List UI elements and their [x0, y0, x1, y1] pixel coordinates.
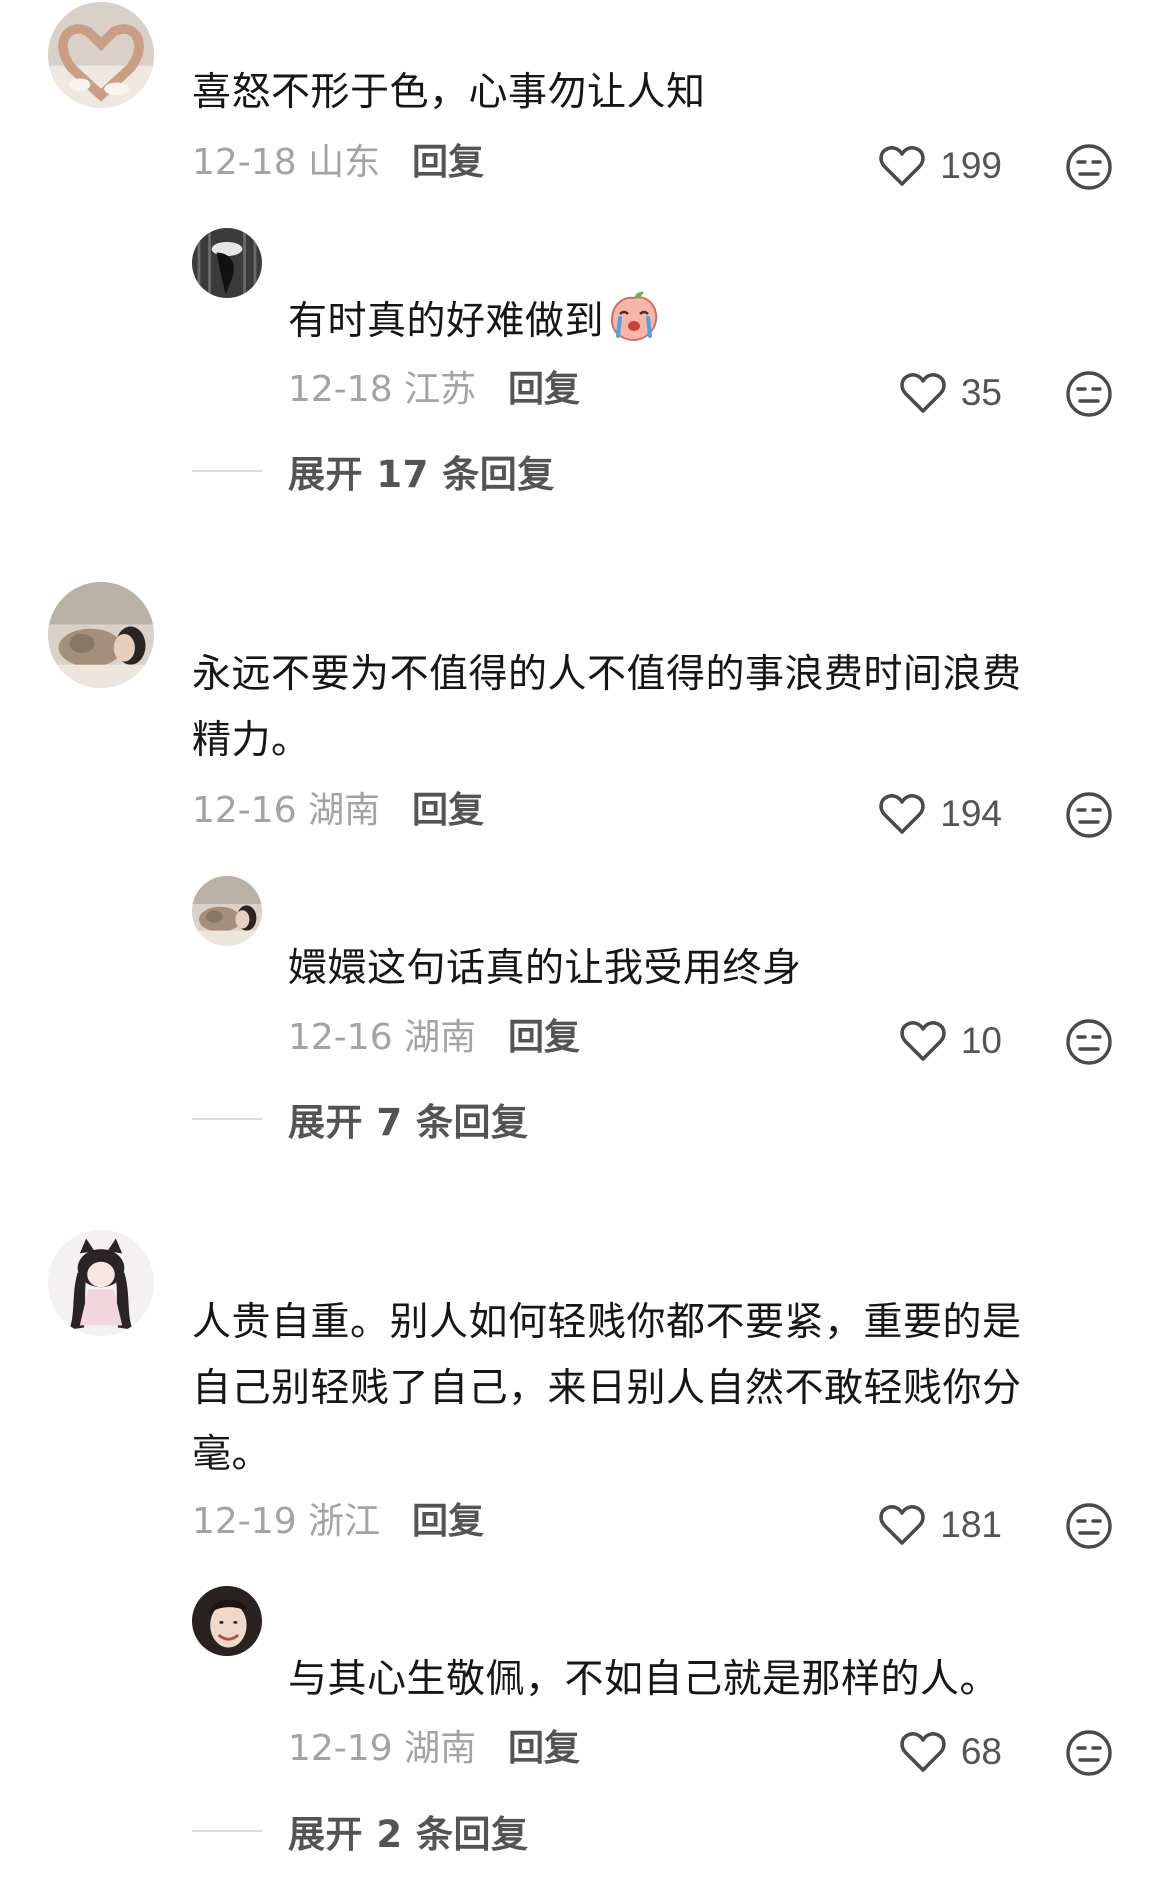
- heart-hands-avatar[interactable]: [48, 2, 154, 108]
- like-button[interactable]: 68: [852, 1724, 1002, 1780]
- divider-line: [192, 470, 262, 472]
- like-count: 10: [960, 1020, 1002, 1061]
- comment-text: 人贵自重。别人如何轻贱你都不要紧，重要的是 自己别轻贱了自己，来日别人自然不敢轻…: [192, 1300, 1022, 1477]
- comment-meta: 12-16 湖南: [192, 789, 380, 833]
- heart-outline-icon: [900, 373, 946, 413]
- comment-text: 永远不要为不值得的人不值得的事浪费时间浪费 精力。: [192, 652, 1022, 763]
- crying-peach-emoji: [611, 291, 658, 342]
- divider-line: [192, 1830, 262, 1832]
- comment-location: 浙江: [308, 1501, 381, 1542]
- expand-replies[interactable]: 展开 7 条回复: [192, 1094, 529, 1144]
- smiling-woman-avatar[interactable]: [192, 1586, 262, 1656]
- comment-location: 山东: [308, 142, 381, 183]
- unamused-face-icon[interactable]: [1064, 1728, 1114, 1778]
- reply-text: 与其心生敬佩，不如自己就是那样的人。: [288, 1657, 1000, 1702]
- comment-meta: 12-19 浙江: [192, 1500, 380, 1544]
- dark-figure-avatar[interactable]: [192, 228, 262, 298]
- comment-location: 湖南: [308, 790, 381, 831]
- reply-date: 12-19: [288, 1728, 393, 1769]
- reply-location: 湖南: [404, 1017, 477, 1058]
- like-count: 199: [940, 145, 1002, 186]
- comment-date: 12-19: [192, 1501, 297, 1542]
- like-button[interactable]: 199: [852, 138, 1002, 194]
- reply-button[interactable]: 回复: [412, 1500, 484, 1544]
- anime-cat-girl-avatar[interactable]: [48, 1230, 154, 1336]
- reply-meta: 12-16 湖南: [288, 1016, 476, 1060]
- sleeping-woman-cat-avatar[interactable]: [48, 582, 154, 688]
- reply-text: 有时真的好难做到: [288, 288, 662, 355]
- reply-button[interactable]: 回复: [508, 368, 580, 412]
- comment-section: 喜怒不形于色，心事勿让人知 12-18 山东 回复 199 有时真的好难做到 1…: [0, 0, 1170, 1889]
- expand-replies[interactable]: 展开 2 条回复: [192, 1806, 529, 1856]
- reply-button[interactable]: 回复: [412, 789, 484, 833]
- heart-outline-icon: [900, 1732, 946, 1772]
- reply-location: 湖南: [404, 1728, 477, 1769]
- reply-text: 嬛嬛这句话真的让我受用终身: [288, 946, 802, 991]
- like-button[interactable]: 194: [852, 786, 1002, 842]
- reply-location: 江苏: [404, 369, 477, 410]
- reply-meta: 12-19 湖南: [288, 1727, 476, 1771]
- unamused-face-icon[interactable]: [1064, 790, 1114, 840]
- like-button[interactable]: 10: [852, 1013, 1002, 1069]
- like-count: 68: [960, 1731, 1002, 1772]
- heart-outline-icon: [879, 146, 925, 186]
- expand-replies-label: 展开 7 条回复: [288, 1101, 529, 1144]
- heart-outline-icon: [879, 1505, 925, 1545]
- unamused-face-icon[interactable]: [1064, 142, 1114, 192]
- reply-button[interactable]: 回复: [508, 1727, 580, 1771]
- unamused-face-icon[interactable]: [1064, 1501, 1114, 1551]
- like-count: 194: [940, 793, 1002, 834]
- reply-button[interactable]: 回复: [508, 1016, 580, 1060]
- comment-text: 喜怒不形于色，心事勿让人知: [192, 70, 706, 115]
- expand-replies-label: 展开 2 条回复: [288, 1813, 529, 1856]
- divider-line: [192, 1118, 262, 1120]
- like-button[interactable]: 35: [852, 365, 1002, 421]
- reply-meta: 12-18 江苏: [288, 368, 476, 412]
- expand-replies-label: 展开 17 条回复: [288, 453, 555, 496]
- heart-outline-icon: [879, 794, 925, 834]
- sleeping-woman-cat-avatar[interactable]: [192, 876, 262, 946]
- like-count: 181: [940, 1504, 1002, 1545]
- heart-outline-icon: [900, 1021, 946, 1061]
- comment-meta: 12-18 山东: [192, 141, 380, 185]
- comment-date: 12-16: [192, 790, 297, 831]
- like-button[interactable]: 181: [852, 1497, 1002, 1553]
- unamused-face-icon[interactable]: [1064, 1017, 1114, 1067]
- like-count: 35: [960, 372, 1002, 413]
- expand-replies[interactable]: 展开 17 条回复: [192, 446, 555, 496]
- comment-date: 12-18: [192, 142, 297, 183]
- reply-date: 12-18: [288, 369, 393, 410]
- unamused-face-icon[interactable]: [1064, 369, 1114, 419]
- reply-button[interactable]: 回复: [412, 141, 484, 185]
- reply-date: 12-16: [288, 1017, 393, 1058]
